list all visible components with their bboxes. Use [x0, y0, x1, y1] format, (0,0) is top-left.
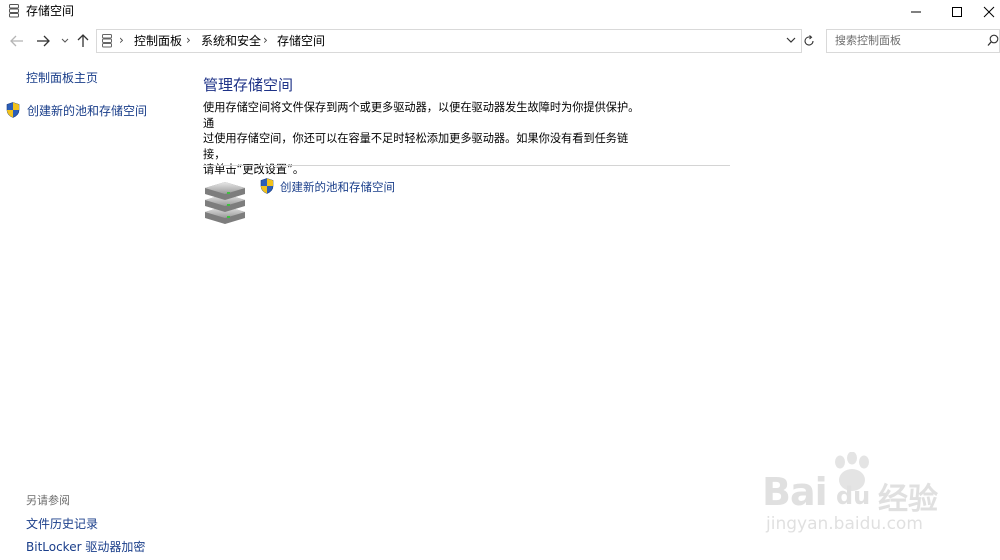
- window-title: 存储空间: [26, 4, 75, 18]
- refresh-icon: [804, 35, 814, 46]
- baidu-jingyan-watermark: Bai du 经验 jingyan.baidu.com: [756, 452, 976, 542]
- breadcrumb-separator[interactable]: ›: [186, 33, 191, 47]
- watermark-brand-cn: 经验: [878, 482, 938, 517]
- storage-spaces-location-icon: [102, 34, 112, 48]
- description-line: 使用存储空间将文件保存到两个或更多驱动器，以便在驱动器发生故障时为你提供保护。通: [203, 101, 640, 130]
- breadcrumb-storage-spaces[interactable]: 存储空间: [277, 34, 325, 48]
- navigation-bar: › 控制面板 › 系统和安全 › 存储空间: [0, 28, 1000, 54]
- breadcrumb-control-panel[interactable]: 控制面板: [134, 34, 182, 48]
- uac-shield-icon: [6, 102, 20, 118]
- watermark-url: jingyan.baidu.com: [766, 514, 923, 534]
- storage-spaces-app-icon: [9, 4, 19, 18]
- bitlocker-link[interactable]: BitLocker 驱动器加密: [26, 540, 145, 554]
- storage-drives-icon: [205, 182, 245, 224]
- maximize-button[interactable]: [937, 0, 977, 24]
- address-bar[interactable]: › 控制面板 › 系统和安全 › 存储空间: [96, 29, 802, 53]
- watermark-brand: Bai: [762, 470, 828, 514]
- search-icon[interactable]: [987, 34, 999, 48]
- chevron-down-icon: [786, 37, 796, 43]
- breadcrumb-separator[interactable]: ›: [119, 33, 124, 47]
- back-button[interactable]: [8, 30, 26, 52]
- divider: [203, 165, 730, 166]
- watermark-brand-du: du: [836, 482, 871, 510]
- title-bar: 存储空间: [0, 0, 1000, 24]
- file-history-link[interactable]: 文件历史记录: [26, 517, 98, 531]
- forward-arrow-icon: [37, 35, 50, 47]
- recent-locations-button[interactable]: [59, 30, 71, 52]
- control-panel-home-link[interactable]: 控制面板主页: [26, 71, 98, 85]
- forward-button[interactable]: [34, 30, 52, 52]
- sidebar-create-pool-link[interactable]: 创建新的池和存储空间: [27, 104, 147, 118]
- up-button[interactable]: [74, 30, 92, 52]
- description-line: 过使用存储空间，你还可以在容量不足时轻松添加更多驱动器。如果你没有看到任务链接，: [203, 132, 629, 161]
- breadcrumb-separator[interactable]: ›: [263, 33, 268, 47]
- chevron-down-icon: [61, 38, 69, 43]
- search-box[interactable]: [826, 29, 1000, 53]
- address-dropdown-button[interactable]: [784, 32, 798, 48]
- back-arrow-icon: [10, 35, 23, 47]
- close-button[interactable]: [978, 0, 1000, 24]
- minimize-icon: [911, 11, 921, 13]
- page-title: 管理存储空间: [203, 76, 294, 94]
- maximize-icon: [952, 7, 962, 17]
- up-arrow-icon: [77, 34, 89, 47]
- refresh-button[interactable]: [800, 29, 818, 53]
- breadcrumb-system-security[interactable]: 系统和安全: [201, 34, 261, 48]
- uac-shield-icon: [260, 178, 274, 194]
- close-icon: [983, 6, 995, 18]
- create-pool-link[interactable]: 创建新的池和存储空间: [280, 180, 395, 194]
- search-input[interactable]: [835, 34, 975, 47]
- minimize-button[interactable]: [896, 0, 936, 24]
- see-also-heading: 另请参阅: [26, 494, 70, 507]
